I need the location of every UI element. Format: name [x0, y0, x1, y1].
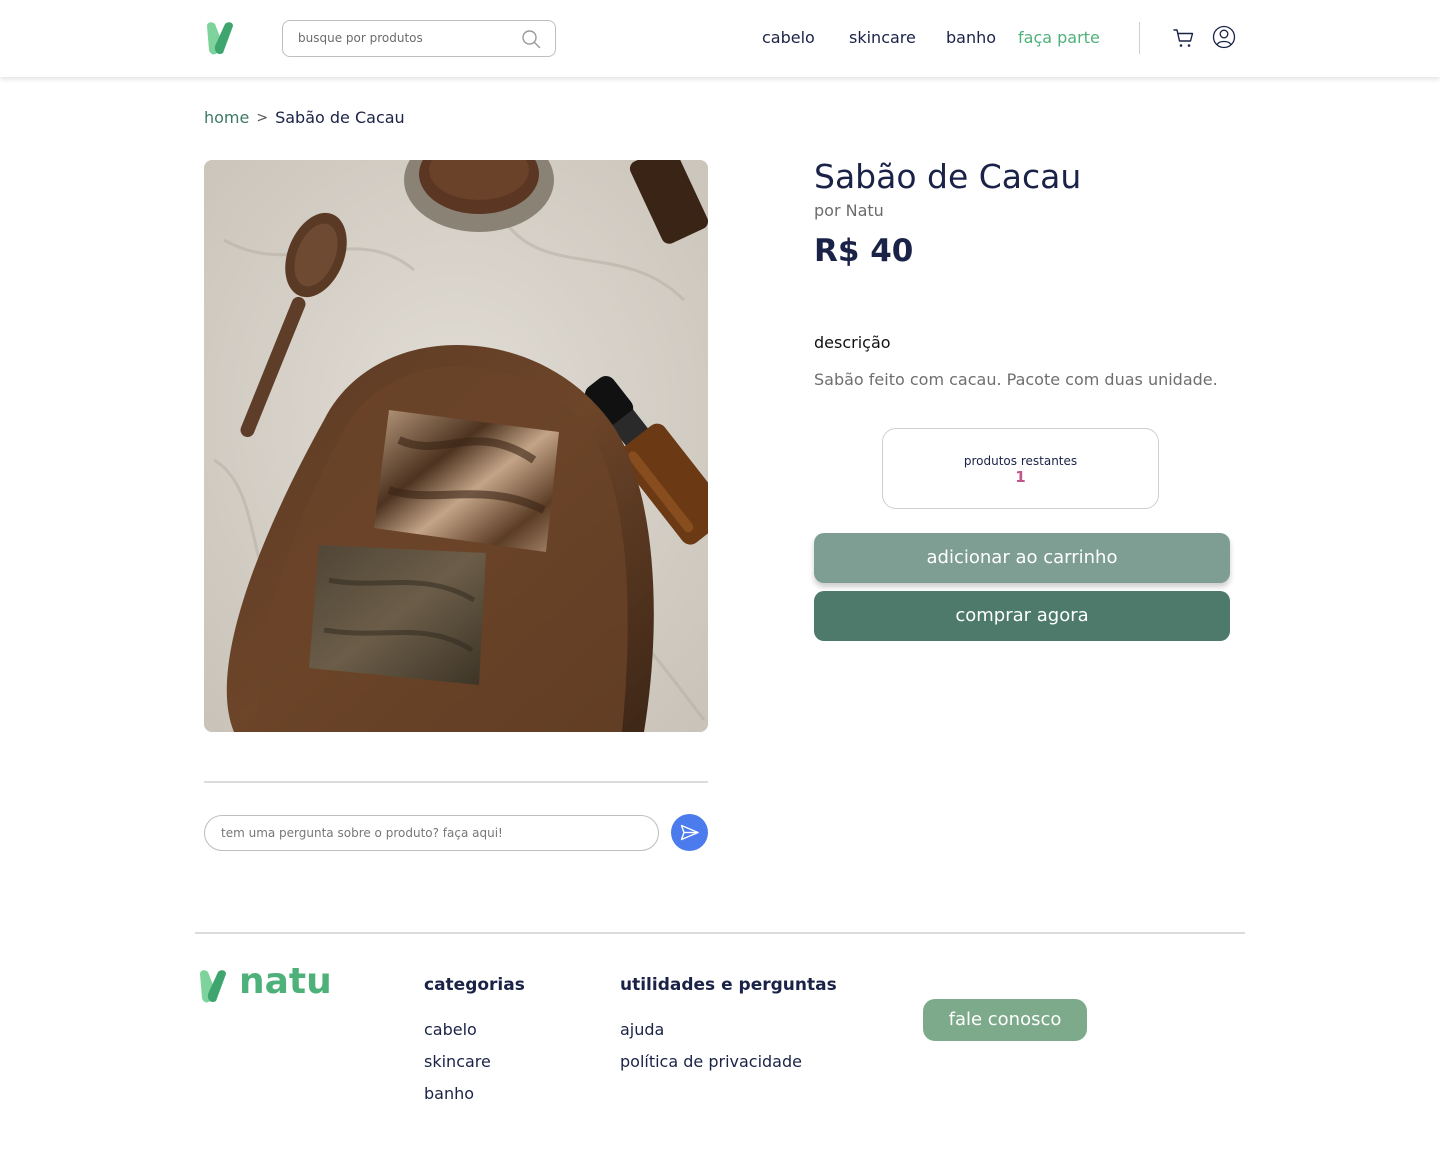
question-input[interactable]: tem uma pergunta sobre o produto? faça a… [204, 815, 659, 851]
nav-link-banho[interactable]: banho [946, 28, 996, 47]
footer-divider [195, 932, 1245, 934]
search-icon[interactable] [521, 29, 541, 49]
chevron-right-icon: > [256, 109, 269, 126]
send-question-button[interactable] [671, 814, 708, 851]
footer-categories-heading: categorias [424, 975, 525, 995]
footer-link-privacy[interactable]: política de privacidade [620, 1052, 802, 1071]
search-input[interactable]: busque por produtos [298, 31, 423, 45]
question-placeholder: tem uma pergunta sobre o produto? faça a… [221, 826, 503, 840]
footer-link-help[interactable]: ajuda [620, 1020, 664, 1039]
footer-link-cabelo[interactable]: cabelo [424, 1020, 477, 1039]
stock-box: produtos restantes 1 [882, 428, 1159, 509]
search-bar[interactable]: busque por produtos [282, 20, 556, 57]
breadcrumb-current: Sabão de Cacau [275, 108, 405, 127]
stock-label: produtos restantes [963, 454, 1078, 468]
nav-link-join[interactable]: faça parte [1018, 28, 1100, 47]
nav-divider [1139, 22, 1140, 54]
user-icon[interactable] [1212, 25, 1236, 49]
product-price: R$ 40 [814, 233, 914, 269]
nav-link-cabelo[interactable]: cabelo [762, 28, 815, 47]
cart-icon[interactable] [1172, 26, 1196, 50]
logo-icon[interactable] [204, 20, 236, 56]
footer-link-skincare[interactable]: skincare [424, 1052, 491, 1071]
site-header: busque por produtos cabelo skincare banh… [0, 0, 1440, 77]
breadcrumb-home-link[interactable]: home [204, 108, 249, 127]
footer-brand-name: natu [239, 961, 332, 1002]
nav-link-skincare[interactable]: skincare [849, 28, 916, 47]
stock-value: 1 [1015, 468, 1026, 486]
description-text: Sabão feito com cacau. Pacote com duas u… [814, 370, 1218, 389]
footer-link-banho[interactable]: banho [424, 1084, 474, 1103]
breadcrumb: home > Sabão de Cacau [204, 108, 405, 127]
footer-utilities-heading: utilidades e perguntas [620, 975, 837, 995]
product-brand: por Natu [814, 201, 884, 220]
description-label: descrição [814, 333, 891, 352]
send-icon [680, 824, 699, 841]
section-divider [204, 781, 708, 783]
buy-now-button[interactable]: comprar agora [814, 591, 1230, 641]
contact-button[interactable]: fale conosco [923, 999, 1087, 1041]
footer-logo-icon [200, 970, 226, 1003]
add-to-cart-button[interactable]: adicionar ao carrinho [814, 533, 1230, 583]
product-title: Sabão de Cacau [814, 157, 1082, 196]
product-image [204, 160, 708, 732]
